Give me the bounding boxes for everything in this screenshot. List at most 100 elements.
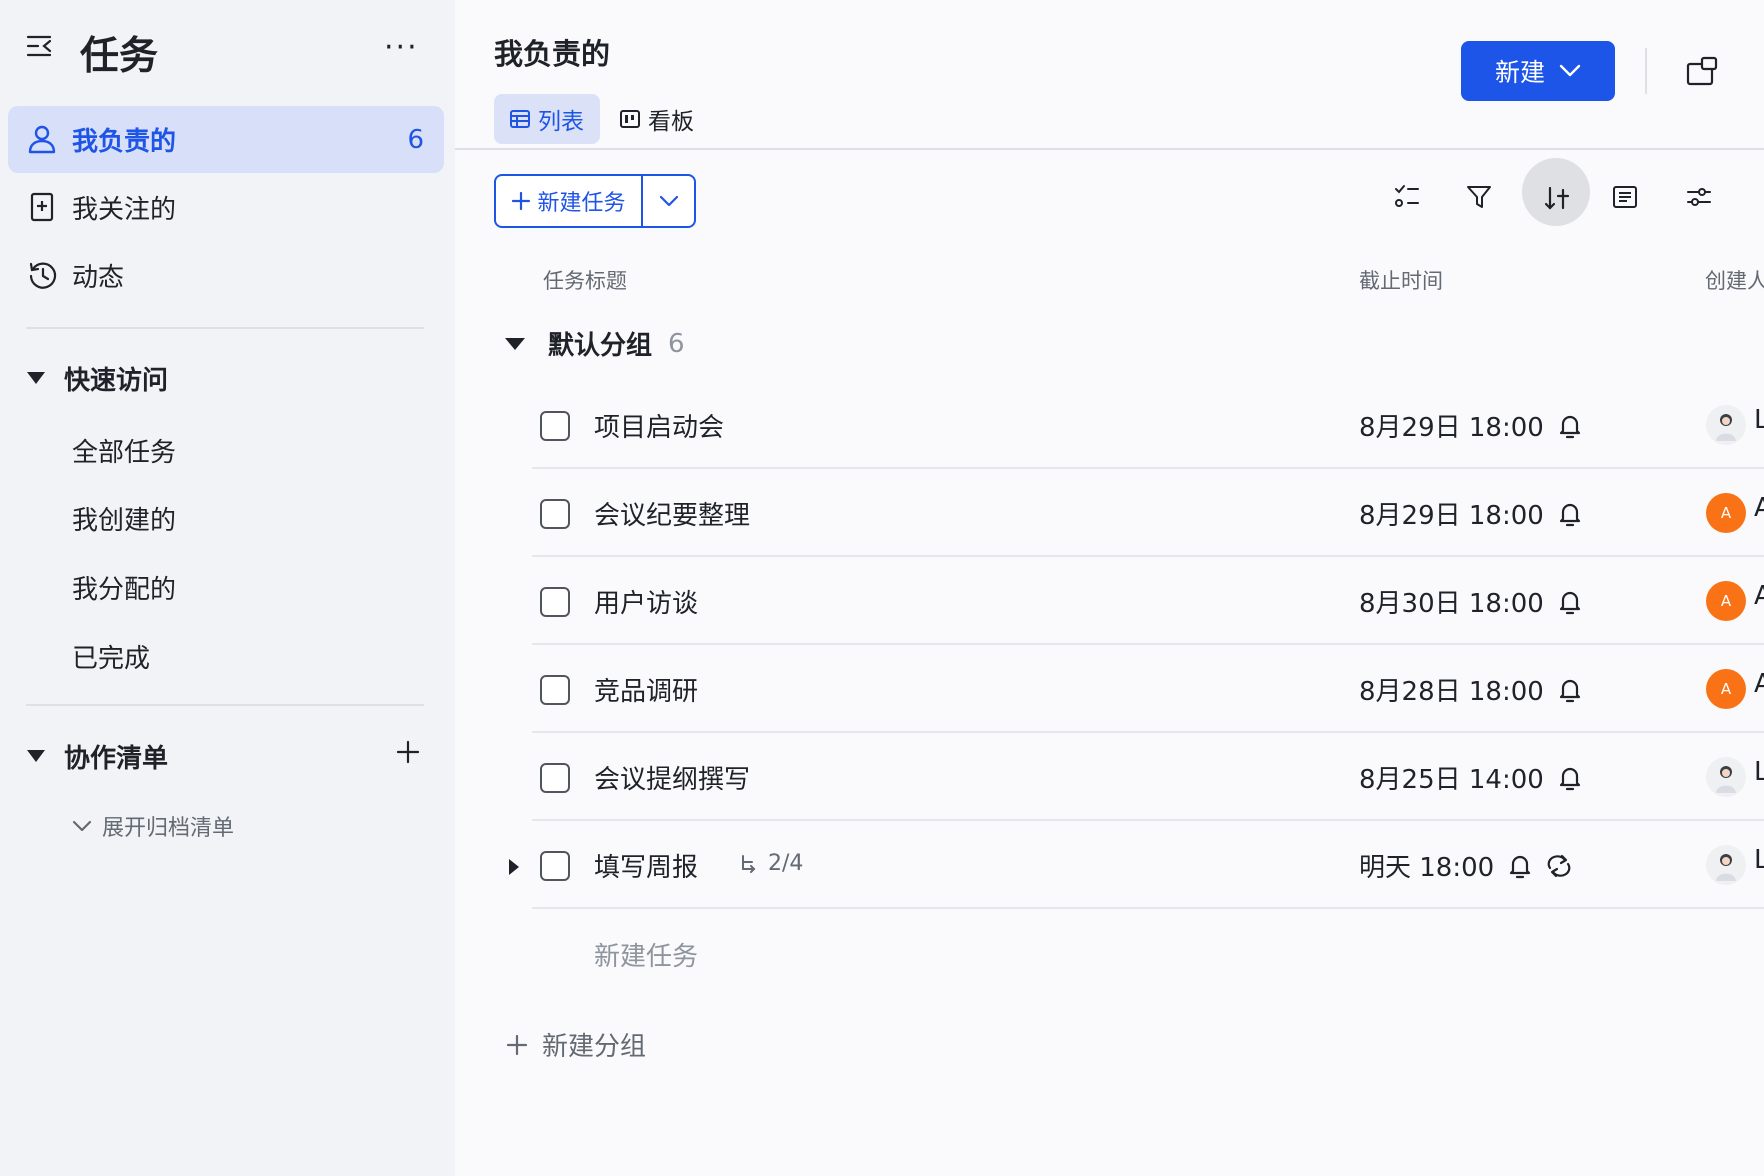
due-text: 8月28日 18:00 xyxy=(1359,677,1544,707)
sidebar-item-following[interactable]: 我关注的 xyxy=(8,174,444,241)
new-task-dropdown[interactable] xyxy=(643,176,694,226)
task-title[interactable]: 会议纪要整理 xyxy=(594,495,750,532)
due-text: 8月29日 18:00 xyxy=(1359,501,1544,531)
group-header-default[interactable]: 默认分组 6 xyxy=(504,325,685,362)
table-row[interactable]: 会议提纲撰写 8月25日 14:00 L xyxy=(532,733,1764,821)
table-row[interactable]: 用户访谈 8月30日 18:00 A A xyxy=(532,557,1764,645)
divider xyxy=(26,704,424,706)
plus-icon xyxy=(511,191,537,211)
task-due: 8月29日 18:00 xyxy=(1359,495,1582,532)
chevron-down-icon xyxy=(1545,64,1581,78)
due-text: 8月25日 14:00 xyxy=(1359,765,1544,795)
task-checkbox[interactable] xyxy=(540,763,570,793)
sidebar-item-completed[interactable]: 已完成 xyxy=(72,638,150,675)
avatar[interactable]: A xyxy=(1706,581,1746,621)
window-icon[interactable] xyxy=(1686,56,1718,86)
creator-name: A xyxy=(1754,669,1764,699)
task-checkbox[interactable] xyxy=(540,499,570,529)
repeat-icon xyxy=(1532,854,1572,878)
avatar[interactable] xyxy=(1706,845,1746,885)
new-task-label: 新建任务 xyxy=(537,191,626,216)
sidebar-item-created-by-me[interactable]: 我创建的 xyxy=(72,500,176,537)
task-title[interactable]: 用户访谈 xyxy=(594,583,698,620)
tabs-divider xyxy=(455,148,1764,150)
list-detail-icon[interactable] xyxy=(1612,184,1638,210)
settings-sliders-icon[interactable] xyxy=(1686,184,1712,210)
checklist-icon[interactable] xyxy=(1394,184,1420,210)
tab-label: 列表 xyxy=(538,109,584,135)
triangle-down-icon xyxy=(26,749,46,763)
sidebar-collapse-icon[interactable] xyxy=(26,34,54,58)
column-header-due[interactable]: 截止时间 xyxy=(1359,265,1443,295)
table-row[interactable]: 会议纪要整理 8月29日 18:00 A A xyxy=(532,469,1764,557)
sidebar-item-all-tasks[interactable]: 全部任务 xyxy=(72,432,176,469)
user-icon xyxy=(28,124,56,154)
task-due: 明天 18:00 xyxy=(1359,847,1572,884)
bell-icon xyxy=(1544,589,1582,615)
creator-name: A xyxy=(1754,581,1764,611)
plus-icon[interactable] xyxy=(396,740,420,764)
task-title[interactable]: 竞品调研 xyxy=(594,671,698,708)
table-row[interactable]: 竞品调研 8月28日 18:00 A A xyxy=(532,645,1764,733)
creator-name: L xyxy=(1754,757,1764,787)
task-checkbox[interactable] xyxy=(540,851,570,881)
sidebar-item-count: 6 xyxy=(407,124,424,155)
creator-name: L xyxy=(1754,405,1764,435)
subtask-icon xyxy=(740,854,768,874)
subtask-count: 2/4 xyxy=(768,851,804,876)
table-row[interactable]: 项目启动会 8月29日 18:00 L xyxy=(532,381,1764,469)
more-icon[interactable]: ··· xyxy=(384,30,419,65)
task-checkbox[interactable] xyxy=(540,675,570,705)
plus-icon xyxy=(506,1034,542,1056)
kanban-icon xyxy=(620,109,648,129)
task-due: 8月28日 18:00 xyxy=(1359,671,1582,708)
triangle-down-icon xyxy=(26,371,46,385)
tab-label: 看板 xyxy=(648,109,694,135)
new-button[interactable]: 新建 xyxy=(1461,41,1615,101)
sidebar-item-assigned-to-me[interactable]: 我负责的 6 xyxy=(8,106,444,173)
avatar[interactable] xyxy=(1706,757,1746,797)
column-header-creator[interactable]: 创建人 xyxy=(1705,265,1764,295)
group-count: 6 xyxy=(668,328,685,359)
collab-list-section-header[interactable]: 协作清单 xyxy=(26,736,168,776)
bookmark-icon xyxy=(28,192,56,222)
new-group-label: 新建分组 xyxy=(542,1032,647,1062)
task-title[interactable]: 填写周报 xyxy=(594,847,698,884)
sort-icon[interactable] xyxy=(1542,184,1570,212)
due-text: 8月29日 18:00 xyxy=(1359,413,1544,443)
task-checkbox[interactable] xyxy=(540,411,570,441)
sidebar-item-label: 我负责的 xyxy=(72,127,177,157)
sidebar-item-label: 我关注的 xyxy=(72,195,177,225)
new-group-button[interactable]: 新建分组 xyxy=(506,1026,646,1063)
subtask-progress[interactable]: 2/4 xyxy=(740,851,803,876)
task-title[interactable]: 会议提纲撰写 xyxy=(594,759,750,796)
filter-icon[interactable] xyxy=(1466,184,1492,210)
new-task-button[interactable]: 新建任务 xyxy=(496,176,643,226)
avatar[interactable]: A xyxy=(1706,493,1746,533)
column-header-title[interactable]: 任务标题 xyxy=(543,265,627,295)
task-title[interactable]: 项目启动会 xyxy=(594,407,724,444)
sidebar-item-activity[interactable]: 动态 xyxy=(8,242,444,309)
expand-archived-label: 展开归档清单 xyxy=(102,816,235,841)
table-row[interactable]: 填写周报 2/4 明天 18:00 L xyxy=(509,821,1764,909)
section-label: 协作清单 xyxy=(64,743,169,774)
tab-kanban[interactable]: 看板 xyxy=(604,94,710,144)
avatar[interactable] xyxy=(1706,405,1746,445)
due-text: 明天 18:00 xyxy=(1359,853,1495,883)
avatar[interactable]: A xyxy=(1706,669,1746,709)
bell-icon xyxy=(1544,677,1582,703)
task-checkbox[interactable] xyxy=(540,587,570,617)
expand-archived-lists[interactable]: 展开归档清单 xyxy=(72,810,234,842)
divider xyxy=(26,327,424,329)
new-task-inline[interactable]: 新建任务 xyxy=(594,936,698,973)
tab-list[interactable]: 列表 xyxy=(494,94,600,144)
quick-access-section-header[interactable]: 快速访问 xyxy=(26,358,168,398)
sidebar-item-assigned-by-me[interactable]: 我分配的 xyxy=(72,569,176,606)
due-text: 8月30日 18:00 xyxy=(1359,589,1544,619)
creator-name: L xyxy=(1754,845,1764,875)
triangle-right-icon[interactable] xyxy=(508,858,520,876)
section-label: 快速访问 xyxy=(64,365,169,396)
header-separator xyxy=(1645,48,1647,94)
history-icon xyxy=(28,260,58,290)
bell-icon xyxy=(1544,413,1582,439)
